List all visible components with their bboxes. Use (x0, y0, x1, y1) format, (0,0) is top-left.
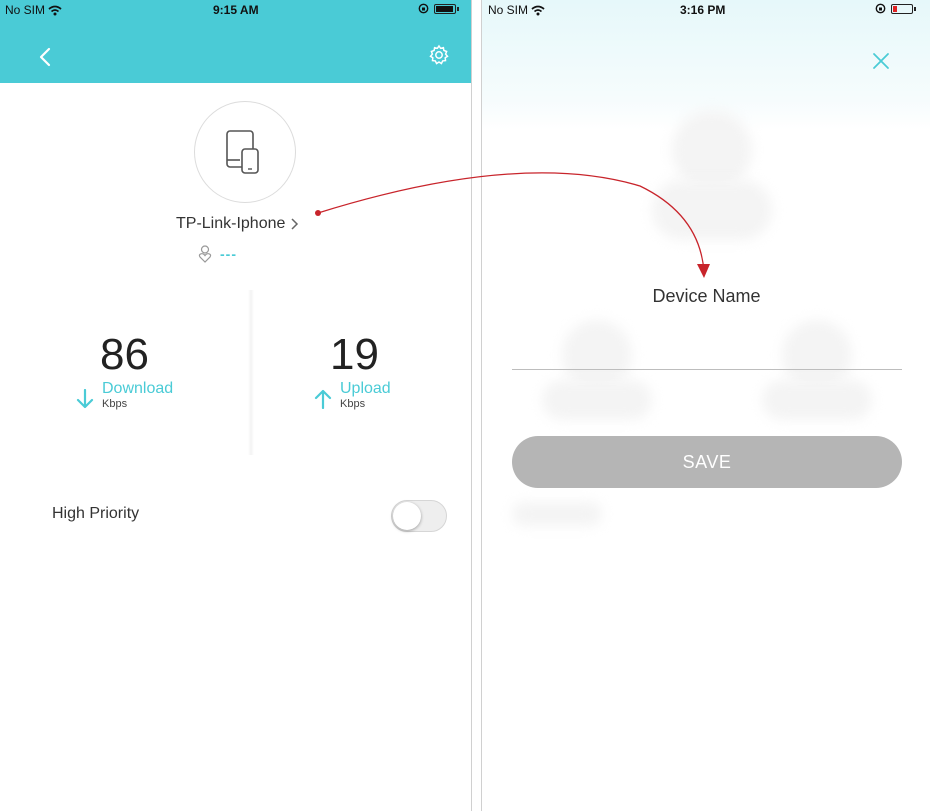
carrier-label: No SIM (488, 3, 529, 17)
header-bar: No SIM 9:15 AM (0, 0, 471, 83)
battery-low-icon (891, 3, 916, 14)
device-name-row[interactable]: TP-Link-Iphone (176, 213, 299, 235)
device-name-title: Device Name (652, 286, 761, 306)
orientation-lock-icon (418, 3, 429, 14)
upload-unit: Kbps (340, 398, 366, 410)
tablet-phone-icon (226, 130, 259, 174)
download-label: Download (102, 380, 174, 397)
save-button[interactable]: SAVE (512, 436, 902, 488)
right-phone-screen: No SIM 3:16 PM Device Name SAVE (481, 0, 930, 811)
toggle-knob (393, 502, 421, 530)
close-button[interactable] (870, 50, 892, 72)
stats-divider (248, 290, 254, 455)
settings-button[interactable] (428, 44, 450, 66)
back-button[interactable] (34, 42, 58, 72)
owner-row[interactable]: --- (198, 245, 237, 263)
download-value: 86 (100, 330, 149, 379)
status-time: 9:15 AM (213, 3, 259, 17)
arrow-up-icon (314, 389, 332, 409)
owner-value: --- (220, 246, 237, 262)
gear-icon (429, 44, 449, 65)
owner-heart-icon (198, 245, 212, 263)
status-bar: No SIM 3:16 PM (482, 0, 930, 20)
device-avatar (194, 101, 296, 203)
download-stat: 86 Download Kbps (76, 333, 173, 411)
device-name-input[interactable] (512, 330, 902, 370)
orientation-lock-icon (875, 3, 886, 14)
chevron-left-icon (39, 47, 51, 67)
chevron-right-icon (291, 218, 299, 230)
status-bar: No SIM 9:15 AM (0, 0, 471, 20)
wifi-icon (48, 5, 62, 15)
status-time: 3:16 PM (680, 3, 726, 17)
high-priority-toggle[interactable] (391, 500, 447, 532)
upload-stat: 19 Upload Kbps (314, 333, 391, 411)
high-priority-label: High Priority (52, 505, 140, 522)
upload-value: 19 (330, 330, 379, 379)
left-phone-screen: No SIM 9:15 AM TP-Link-Iphone --- 86 Dow… (0, 0, 472, 811)
arrow-down-icon (76, 389, 94, 409)
download-unit: Kbps (102, 398, 128, 410)
battery-icon (434, 3, 459, 14)
screen-gap (472, 0, 481, 811)
upload-label: Upload (340, 380, 391, 397)
device-name: TP-Link-Iphone (176, 215, 286, 232)
carrier-label: No SIM (5, 3, 46, 17)
close-icon (873, 53, 889, 69)
wifi-icon (531, 5, 545, 15)
